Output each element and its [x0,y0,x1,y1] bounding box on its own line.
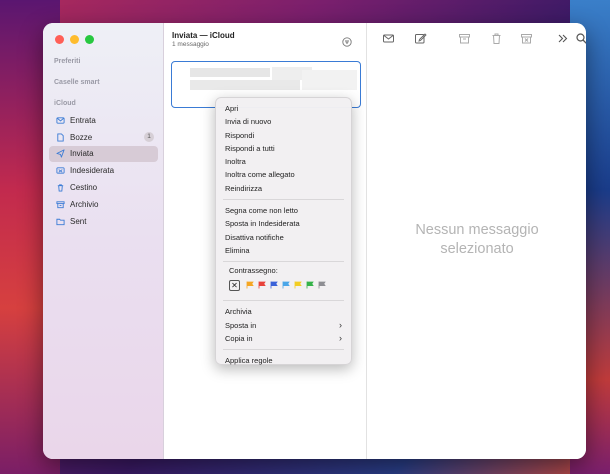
chevron-right-icon: › [339,332,342,343]
folder-icon [55,216,65,226]
flag-blue-icon[interactable] [270,281,278,289]
filter-icon[interactable] [342,34,352,47]
empty-state-line-2: selezionato [440,241,514,257]
junk-icon[interactable] [520,32,533,45]
redacted-preview [302,70,357,90]
menu-separator [223,300,344,302]
menu-item-apply-rules[interactable]: Applica regole [216,354,351,367]
document-icon [55,132,65,142]
menu-item-send-again[interactable]: Invia di nuovo [216,115,351,128]
flag-red-icon[interactable] [258,281,266,289]
context-menu: Apri Invia di nuovo Rispondi Rispondi a … [215,97,352,365]
window-controls [55,35,94,44]
menu-item-move-to[interactable]: Sposta in › [216,319,351,332]
menu-item-reply[interactable]: Rispondi [216,129,351,142]
sidebar-section-icloud[interactable]: iCloud [54,100,76,107]
menu-item-open[interactable]: Apri [216,102,351,115]
get-mail-icon[interactable] [382,32,395,45]
sidebar-item-label: Archivio [70,199,99,209]
redacted-sender [190,68,270,77]
menu-item-mark-unread[interactable]: Segna come non letto [216,204,351,217]
trash-icon[interactable] [490,32,503,45]
flag-label: Contrassegno: [229,266,278,276]
sidebar-item-sent[interactable]: Inviata [49,145,158,163]
menu-separator [223,261,344,263]
menu-separator [223,199,344,201]
archive-icon [55,199,65,209]
sidebar: Preferiti Caselle smart iCloud Entrata B… [43,23,164,459]
menu-item-delete[interactable]: Elimina [216,244,351,257]
menu-item-archive[interactable]: Archivia [216,305,351,318]
more-icon[interactable] [556,32,569,45]
archive-icon[interactable] [458,32,471,45]
flag-orange-icon[interactable] [246,281,254,289]
close-button[interactable] [55,35,64,44]
sidebar-item-label: Cestino [70,183,98,193]
toolbar [380,32,586,46]
menu-separator [223,349,344,351]
menu-item-copy-to[interactable]: Copia in › [216,332,351,345]
sidebar-item-junk[interactable]: Indesiderata [49,162,158,179]
sidebar-item-label: Inviata [70,149,94,159]
clear-flag-button[interactable]: ✕ [229,279,240,291]
sidebar-item-archive[interactable]: Archivio [49,196,158,213]
sidebar-item-drafts[interactable]: Bozze 1 [49,129,158,146]
zoom-button[interactable] [85,35,94,44]
junk-icon [55,166,65,176]
chevron-right-icon: › [339,319,342,330]
menu-item-forward-as-attachment[interactable]: Inoltra come allegato [216,168,351,181]
envelope-icon [55,115,65,125]
mailbox-list: Entrata Bozze 1 Inviata Indesiderata Ces… [49,112,158,230]
compose-icon[interactable] [414,32,427,45]
sidebar-section-favorites[interactable]: Preferiti [54,58,80,65]
sidebar-item-label: Indesiderata [70,166,115,176]
flag-green-icon[interactable] [306,281,314,289]
flag-picker: ✕ [216,277,351,293]
menu-item-redirect[interactable]: Reindirizza [216,182,351,195]
menu-item-forward[interactable]: Inoltra [216,155,351,168]
sidebar-item-label: Sent [70,216,87,226]
menu-item-reply-all[interactable]: Rispondi a tutti [216,142,351,155]
empty-state: Nessun messaggio selezionato [368,221,586,259]
mailbox-title: Inviata — iCloud [172,31,235,40]
message-count: 1 messaggio [172,41,209,48]
sidebar-item-trash[interactable]: Cestino [49,179,158,196]
menu-item-label: Sposta in [225,320,257,330]
menu-item-move-to-junk[interactable]: Sposta in Indesiderata [216,217,351,230]
unread-badge: 1 [144,131,154,142]
sidebar-item-label: Bozze [70,132,93,142]
redacted-subject [190,80,300,90]
paper-plane-icon [55,149,65,159]
minimize-button[interactable] [70,35,79,44]
empty-state-line-1: Nessun messaggio [415,222,539,238]
flag-yellow-icon[interactable] [294,281,302,289]
sidebar-item-inbox[interactable]: Entrata [49,112,158,129]
search-icon[interactable] [575,32,586,45]
flag-gray-icon[interactable] [318,281,326,289]
message-viewer: Nessun messaggio selezionato [368,23,586,459]
sidebar-item-sent-folder[interactable]: Sent [49,213,158,230]
menu-item-label: Copia in [225,333,253,343]
menu-item-mute-notifications[interactable]: Disattiva notifiche [216,231,351,244]
flag-lightblue-icon[interactable] [282,281,290,289]
sidebar-section-smart-mailboxes[interactable]: Caselle smart [54,79,100,86]
trash-icon [55,183,65,193]
sidebar-item-label: Entrata [70,115,96,125]
